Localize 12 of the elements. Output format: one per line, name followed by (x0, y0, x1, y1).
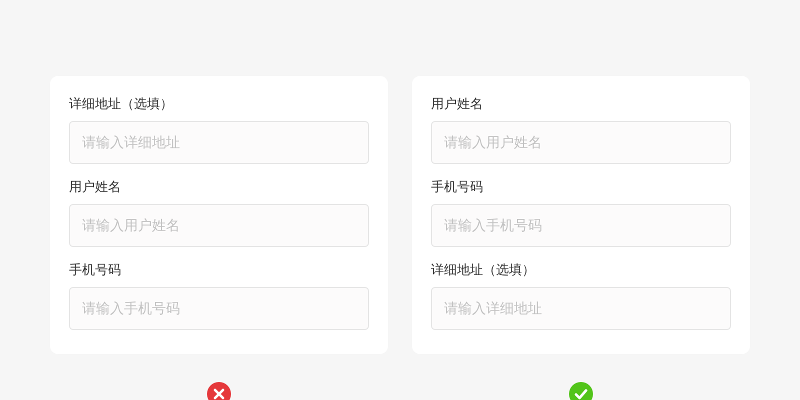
field-label: 手机号码 (69, 262, 121, 279)
input-field[interactable]: 请输入用户姓名 (431, 121, 731, 164)
field-label: 用户姓名 (431, 96, 483, 113)
field-label: 详细地址（选填） (69, 96, 173, 113)
field-label: 详细地址（选填） (431, 262, 535, 279)
input-field[interactable]: 请输入详细地址 (69, 121, 369, 164)
field-label: 手机号码 (431, 179, 483, 196)
field-label: 用户姓名 (69, 179, 121, 196)
input-field[interactable]: 请输入详细地址 (431, 287, 731, 330)
input-field[interactable]: 请输入用户姓名 (69, 204, 369, 247)
input-field[interactable]: 请输入手机号码 (431, 204, 731, 247)
input-field[interactable]: 请输入手机号码 (69, 287, 369, 330)
